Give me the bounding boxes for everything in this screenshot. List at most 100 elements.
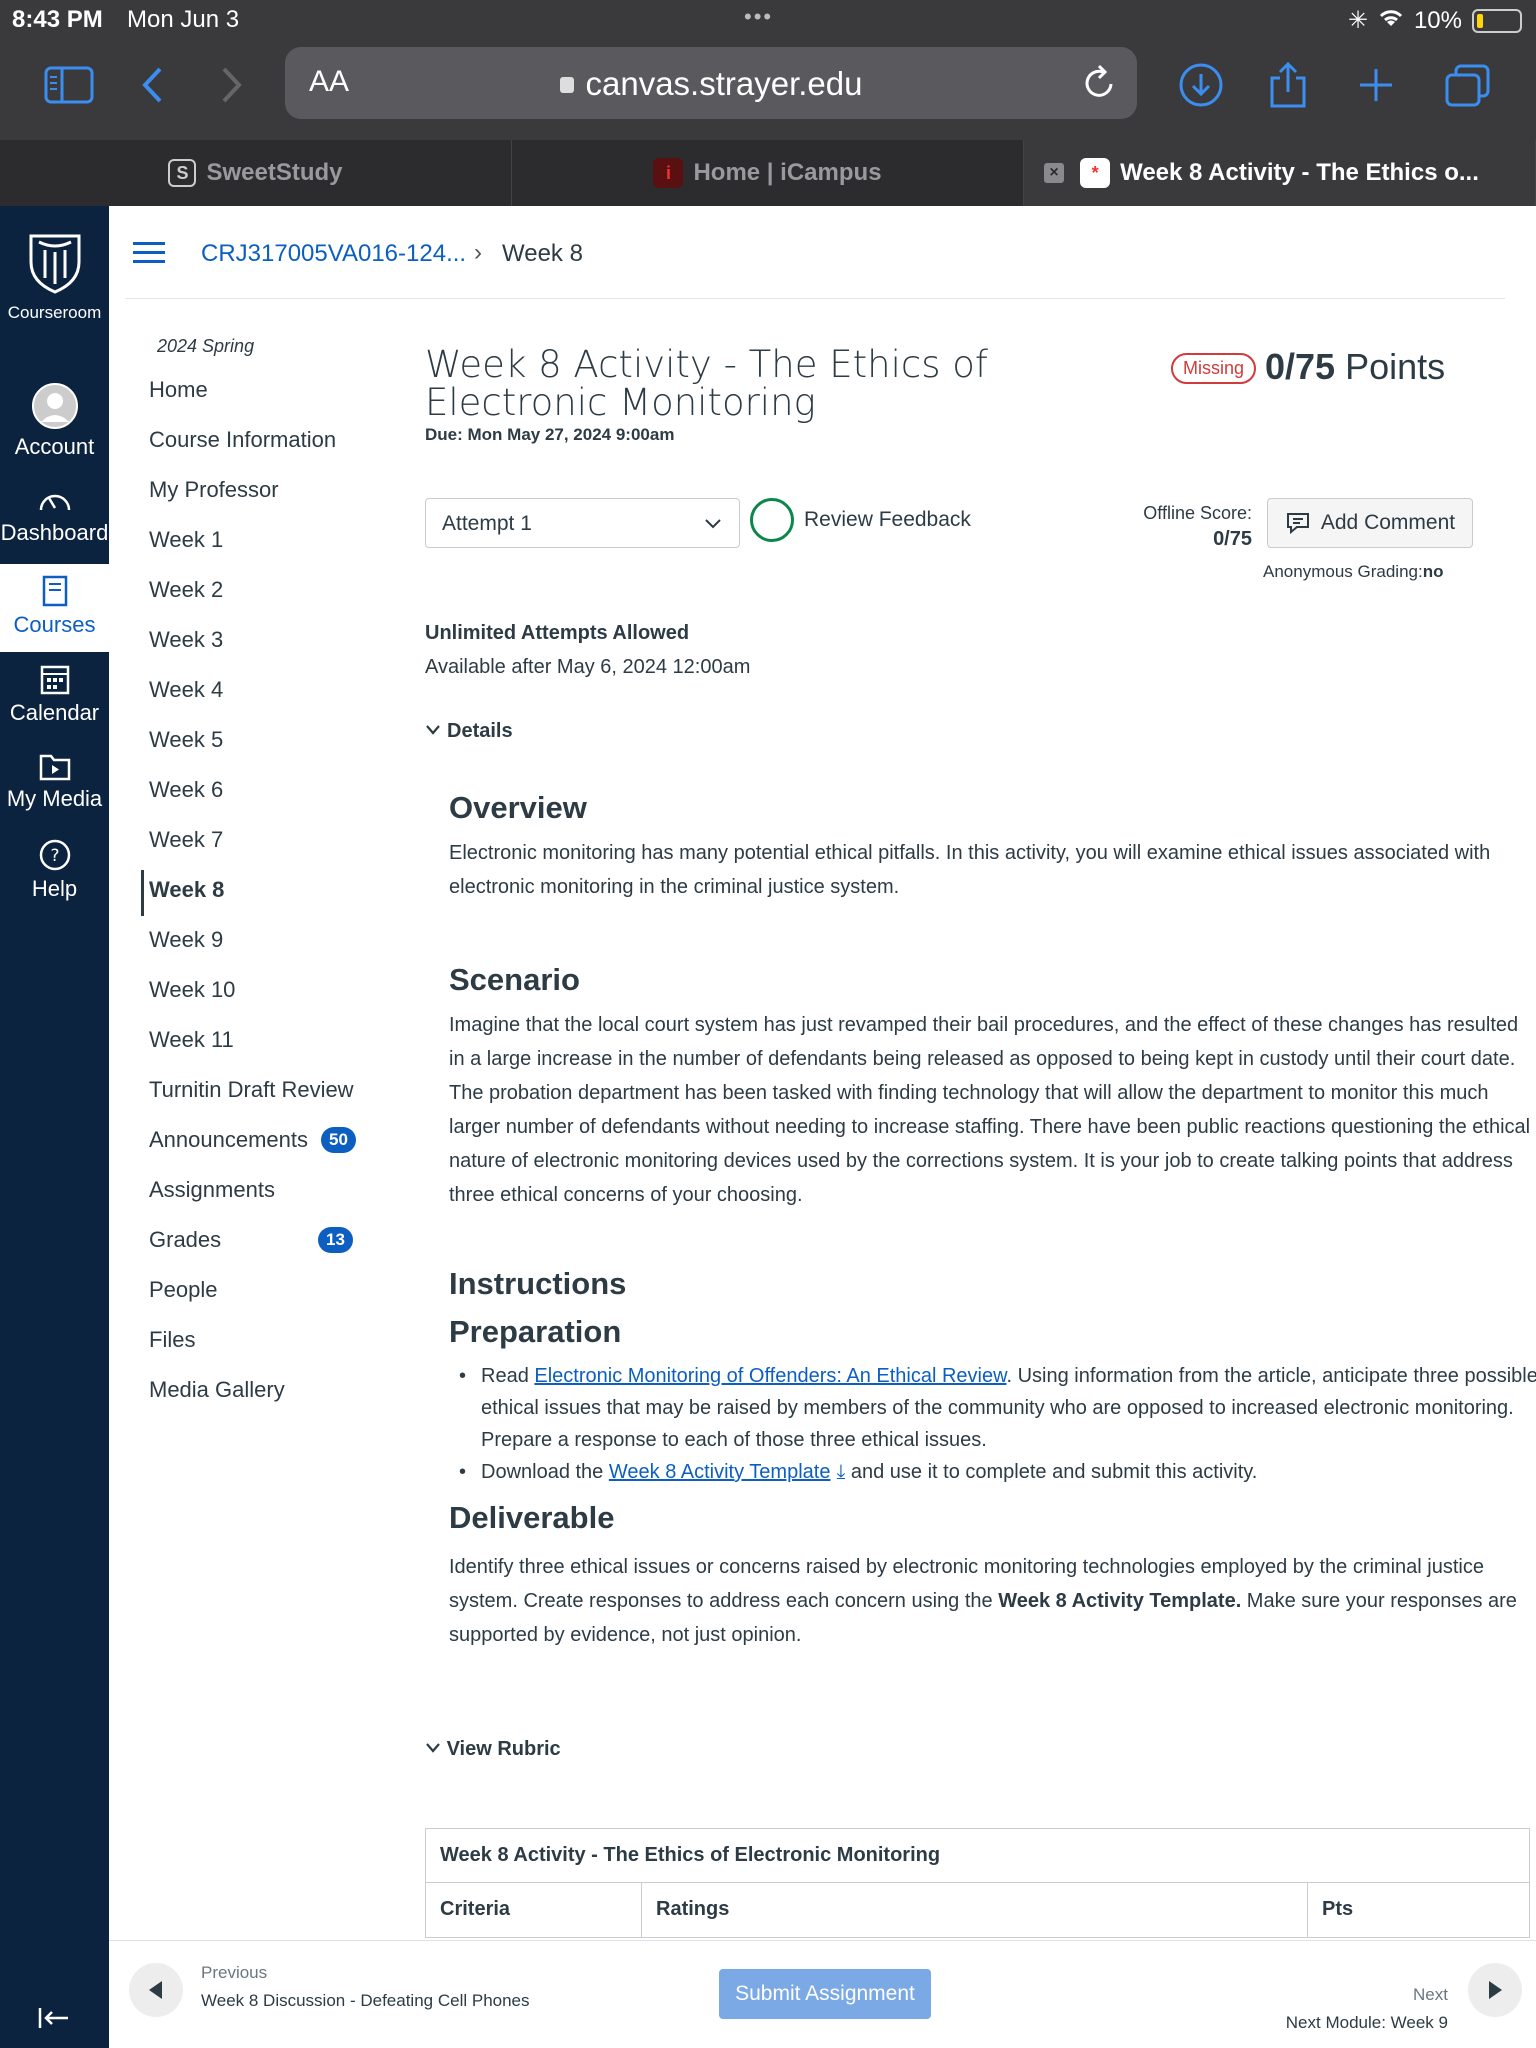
course-nav-week-6[interactable]: Week 6	[140, 770, 390, 820]
course-nav-course-information[interactable]: Course Information	[140, 420, 390, 470]
attempt-select[interactable]: Attempt 1	[425, 498, 740, 548]
status-bar: 8:43 PM Mon Jun 3 ••• ✳ 10%	[0, 0, 1536, 38]
deliverable-template-name: Week 8 Activity Template.	[998, 1590, 1242, 1612]
calendar-icon	[40, 665, 69, 695]
back-icon[interactable]	[140, 60, 164, 110]
nav-label: Help	[31, 876, 78, 901]
course-nav-turnitin-draft-review[interactable]: Turnitin Draft Review	[140, 1070, 390, 1120]
course-nav-my-professor[interactable]: My Professor	[140, 470, 390, 520]
courses-icon	[42, 575, 67, 607]
logo-label: Courseroom	[7, 303, 102, 322]
overview-text: Electronic monitoring has many potential…	[449, 842, 1491, 898]
preparation-list: Read Electronic Monitoring of Offenders:…	[449, 1360, 1536, 1488]
points-display: 0/75 Points	[1265, 346, 1445, 388]
nav-label: My Media	[6, 786, 103, 811]
list-item-text: Download the	[481, 1461, 609, 1483]
course-nav-media-gallery[interactable]: Media Gallery	[140, 1370, 390, 1420]
course-nav-people[interactable]: People	[140, 1270, 390, 1320]
media-icon	[39, 754, 70, 781]
assignment-description: Overview Electronic monitoring has many …	[449, 790, 1536, 1652]
tab-week8-activity[interactable]: × * Week 8 Activity - The Ethics o...	[1024, 140, 1536, 206]
rubric-table: Week 8 Activity - The Ethics of Electron…	[425, 1828, 1530, 1938]
strayer-logo-icon	[29, 234, 80, 294]
instructions-heading: Instructions	[449, 1266, 627, 1301]
tab-label: SweetStudy	[206, 159, 343, 186]
anonymous-grading-value: no	[1422, 562, 1444, 581]
scenario-heading: Scenario	[449, 962, 580, 997]
attempts-allowed: Unlimited Attempts Allowed	[425, 622, 690, 644]
course-nav-week-5[interactable]: Week 5	[140, 720, 390, 770]
submit-assignment-button[interactable]: Submit Assignment	[719, 1969, 931, 2019]
tab-icampus[interactable]: i Home | iCampus	[512, 140, 1024, 206]
course-nav-files[interactable]: Files	[140, 1320, 390, 1370]
close-tab-icon[interactable]: ×	[1044, 163, 1064, 183]
list-item: Download the Week 8 Activity Template⤓ a…	[449, 1456, 1536, 1488]
breadcrumb-course-link[interactable]: CRJ317005VA016-124...	[201, 240, 466, 268]
nav-dashboard[interactable]: Dashboard	[0, 486, 109, 546]
rubric-col-criteria: Criteria	[426, 1883, 642, 1937]
offline-score-label: Offline Score:	[1143, 503, 1252, 523]
details-toggle[interactable]: Details	[425, 720, 513, 743]
scenario-text: Imagine that the local court system has …	[449, 1014, 1531, 1206]
address-bar[interactable]: AA canvas.strayer.edu	[285, 47, 1137, 119]
account-icon	[31, 383, 78, 429]
course-nav-home[interactable]: Home	[140, 370, 390, 420]
attempt-value: Attempt 1	[442, 512, 532, 535]
nav-my-media[interactable]: My Media	[0, 750, 109, 812]
course-nav-announcements[interactable]: Announcements 50	[140, 1120, 390, 1170]
share-icon[interactable]	[1268, 60, 1308, 110]
course-nav-week-9[interactable]: Week 9	[140, 920, 390, 970]
template-download-link[interactable]: Week 8 Activity Template	[609, 1461, 831, 1483]
previous-item-link[interactable]: Week 8 Discussion - Defeating Cell Phone…	[201, 1991, 530, 2011]
forward-icon[interactable]	[220, 60, 244, 110]
view-rubric-toggle[interactable]: View Rubric	[425, 1738, 561, 1761]
add-comment-label: Add Comment	[1320, 511, 1456, 534]
course-nav-week-1[interactable]: Week 1	[140, 520, 390, 570]
lock-icon	[559, 77, 574, 93]
battery-icon	[1472, 8, 1522, 33]
tab-sweetstudy[interactable]: S SweetStudy	[0, 140, 512, 206]
course-nav-label: Announcements	[149, 1127, 308, 1152]
new-tab-icon[interactable]	[1356, 60, 1396, 110]
previous-button[interactable]	[129, 1963, 183, 2017]
nav-account[interactable]: Account	[0, 382, 109, 460]
sidebar-toggle-icon[interactable]	[44, 60, 94, 110]
course-nav-week-8[interactable]: Week 8	[140, 870, 390, 920]
nav-calendar[interactable]: Calendar	[0, 662, 109, 726]
review-feedback-label: Review Feedback	[804, 508, 971, 531]
download-icon[interactable]: ⤓	[836, 1461, 845, 1483]
hamburger-menu-icon[interactable]	[133, 242, 165, 264]
reload-icon[interactable]	[1083, 63, 1117, 106]
nav-help[interactable]: ? Help	[0, 838, 109, 902]
article-link[interactable]: Electronic Monitoring of Offenders: An E…	[534, 1365, 1006, 1387]
course-nav-week-2[interactable]: Week 2	[140, 570, 390, 620]
course-nav-week-4[interactable]: Week 4	[140, 670, 390, 720]
downloads-icon[interactable]	[1178, 60, 1224, 110]
course-nav-assignments[interactable]: Assignments	[140, 1170, 390, 1220]
add-comment-button[interactable]: Add Comment	[1267, 498, 1473, 548]
icampus-favicon-icon: i	[653, 158, 684, 188]
deliverable-heading: Deliverable	[449, 1500, 615, 1535]
next-button[interactable]	[1468, 1963, 1522, 2017]
tabs-overview-icon[interactable]	[1444, 60, 1492, 110]
status-time: 8:43 PM	[12, 6, 103, 33]
preparation-heading: Preparation	[449, 1314, 622, 1349]
multitask-dots-icon[interactable]: •••	[744, 4, 773, 30]
course-nav-week-7[interactable]: Week 7	[140, 820, 390, 870]
unread-badge: 13	[318, 1227, 353, 1253]
wifi-icon	[1378, 7, 1404, 35]
anonymous-grading-label: Anonymous Grading:	[1263, 562, 1423, 581]
review-feedback-button[interactable]: Review Feedback	[750, 498, 971, 542]
next-item-link[interactable]: Next Module: Week 9	[1286, 2013, 1448, 2033]
collapse-nav-icon[interactable]	[36, 2004, 72, 2037]
safari-toolbar: AA canvas.strayer.edu	[0, 40, 1536, 140]
course-nav-grades[interactable]: Grades 13	[140, 1220, 390, 1270]
nav-label: Dashboard	[0, 520, 109, 545]
chevron-down-icon	[703, 513, 723, 539]
course-nav-week-3[interactable]: Week 3	[140, 620, 390, 670]
course-nav: 2024 Spring Home Course Information My P…	[140, 330, 390, 1420]
course-nav-week-10[interactable]: Week 10	[140, 970, 390, 1020]
nav-courses[interactable]: Courses	[0, 564, 109, 652]
course-nav-week-11[interactable]: Week 11	[140, 1020, 390, 1070]
courseroom-logo[interactable]: Courseroom	[0, 232, 109, 324]
